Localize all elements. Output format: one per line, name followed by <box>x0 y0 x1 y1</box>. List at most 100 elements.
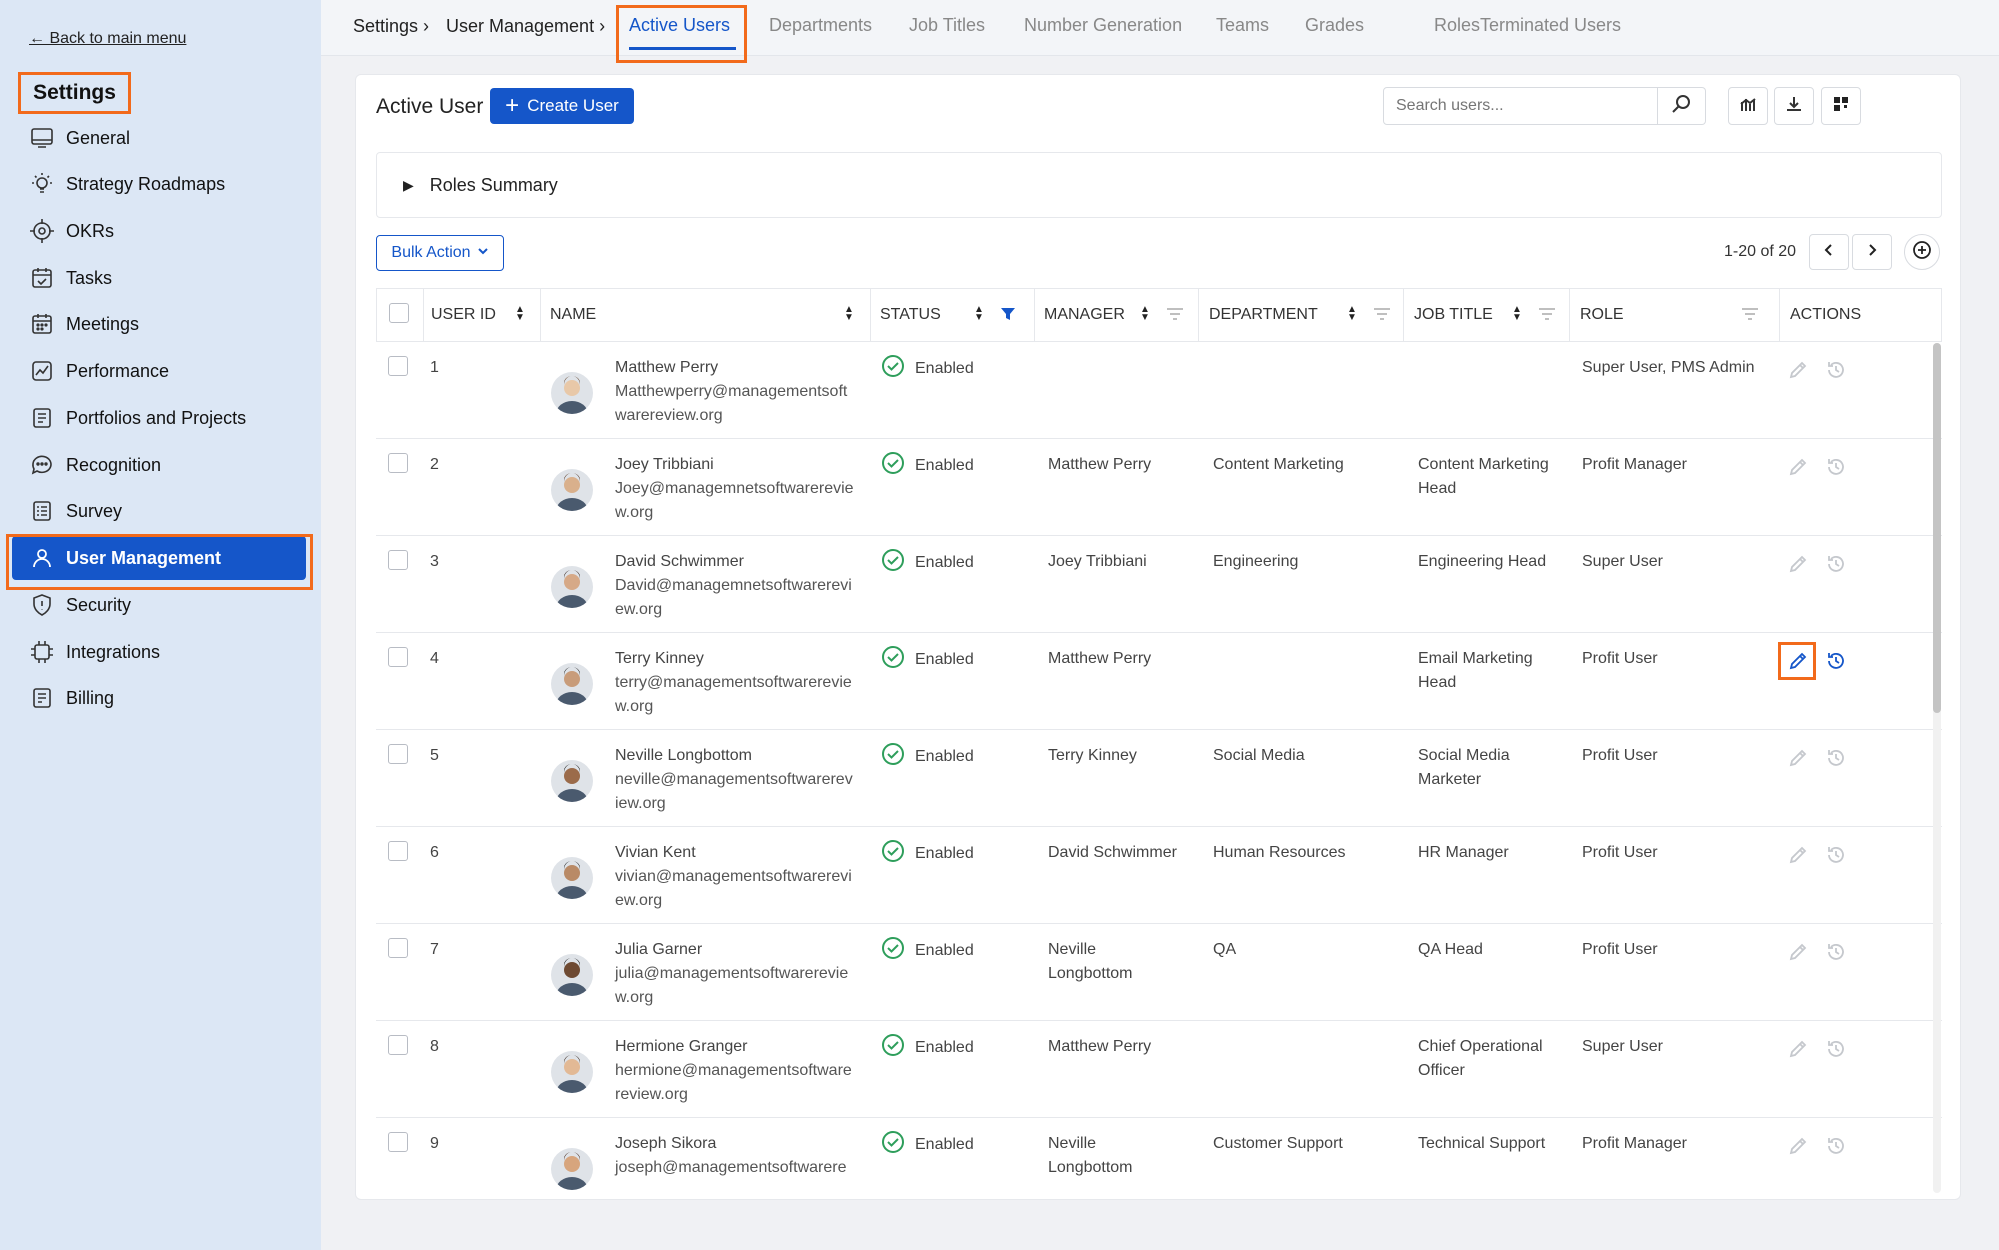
scrollbar-thumb[interactable] <box>1933 343 1941 713</box>
history-button[interactable] <box>1822 940 1850 968</box>
sidebar-item-meetings[interactable]: Meetings <box>12 302 306 346</box>
user-name[interactable]: Hermione Granger <box>615 1035 748 1059</box>
sidebar-item-integrations[interactable]: Integrations <box>12 630 306 674</box>
table-row[interactable]: 1 Matthew Perry Matthewperry@managementsof… <box>376 342 1942 439</box>
search-input[interactable] <box>1383 87 1658 125</box>
filter-icon[interactable] <box>1538 306 1556 327</box>
next-page-button[interactable] <box>1852 234 1892 270</box>
row-checkbox[interactable] <box>388 453 408 473</box>
row-checkbox[interactable] <box>388 1132 408 1152</box>
breadcrumb-user-management[interactable]: User Management › <box>446 16 605 37</box>
tab-departments[interactable]: Departments <box>769 15 872 36</box>
edit-button[interactable] <box>1784 1037 1812 1065</box>
status-badge: Enabled <box>881 451 974 480</box>
filter-icon[interactable] <box>1741 306 1759 327</box>
sidebar-item-general[interactable]: General <box>12 116 306 160</box>
table-row[interactable]: 5 Neville Longbottom neville@managementsof… <box>376 730 1942 827</box>
tab-roles[interactable]: Roles <box>1434 15 1480 36</box>
grid-view-button[interactable] <box>1821 87 1861 125</box>
history-button[interactable] <box>1822 552 1850 580</box>
column-header-job-title[interactable]: JOB TITLE <box>1414 289 1493 341</box>
history-button[interactable] <box>1822 746 1850 774</box>
user-name[interactable]: Joey Tribbiani <box>615 453 714 477</box>
tab-terminated-users[interactable]: Terminated Users <box>1480 15 1621 36</box>
table-row[interactable]: 3 David Schwimmer David@managemnetsoftware… <box>376 536 1942 633</box>
history-button[interactable] <box>1822 843 1850 871</box>
user-name[interactable]: Julia Garner <box>615 938 702 962</box>
row-checkbox[interactable] <box>388 744 408 764</box>
sort-icon[interactable]: ▲ ▼ <box>515 305 525 323</box>
sidebar-item-billing[interactable]: Billing <box>12 676 306 720</box>
sort-icon[interactable]: ▲ ▼ <box>844 305 854 323</box>
sidebar-item-strategy-roadmaps[interactable]: Strategy Roadmaps <box>12 162 306 206</box>
table-row[interactable]: 7 Julia Garner julia@managementsoftwarerev… <box>376 924 1942 1021</box>
create-user-button[interactable]: + Create User <box>490 88 634 124</box>
row-checkbox[interactable] <box>388 938 408 958</box>
column-header-status[interactable]: STATUS <box>880 289 941 341</box>
edit-button[interactable] <box>1784 455 1812 483</box>
edit-button[interactable] <box>1784 552 1812 580</box>
roles-summary-toggle[interactable]: ▶ Roles Summary <box>376 152 1942 218</box>
column-header-department[interactable]: DEPARTMENT <box>1209 289 1318 341</box>
table-row[interactable]: 4 Terry Kinney terry@managementsoftwarerev… <box>376 633 1942 730</box>
user-name[interactable]: Matthew Perry <box>615 356 718 380</box>
sidebar-item-label: Tasks <box>66 267 113 288</box>
edit-button[interactable] <box>1784 843 1812 871</box>
columns-chart-button[interactable] <box>1728 87 1768 125</box>
filter-icon[interactable] <box>1373 306 1391 327</box>
user-name[interactable]: Vivian Kent <box>615 841 696 865</box>
filter-active-icon[interactable] <box>1000 306 1016 327</box>
row-checkbox[interactable] <box>388 841 408 861</box>
column-header-user-id[interactable]: USER ID <box>431 289 496 341</box>
history-button[interactable] <box>1822 649 1850 677</box>
filter-icon[interactable] <box>1166 306 1184 327</box>
table-scrollbar[interactable] <box>1933 343 1941 1193</box>
table-row[interactable]: 2 Joey Tribbiani Joey@managemnetsoftwarere… <box>376 439 1942 536</box>
edit-button[interactable] <box>1784 1134 1812 1162</box>
edit-button[interactable] <box>1784 746 1812 774</box>
user-email: David@managemnetsoftwarerevi <box>615 577 852 594</box>
sort-icon[interactable]: ▲ ▼ <box>974 305 984 323</box>
row-checkbox[interactable] <box>388 550 408 570</box>
row-checkbox[interactable] <box>388 356 408 376</box>
breadcrumb-settings[interactable]: Settings › <box>353 16 429 37</box>
sidebar-item-okrs[interactable]: OKRs <box>12 209 306 253</box>
row-checkbox[interactable] <box>388 647 408 667</box>
table-row[interactable]: 6 Vivian Kent vivian@managementsoftwarerev… <box>376 827 1942 924</box>
user-name[interactable]: Terry Kinney <box>615 647 704 671</box>
history-button[interactable] <box>1822 358 1850 386</box>
sort-icon[interactable]: ▲ ▼ <box>1140 305 1150 323</box>
add-column-button[interactable] <box>1904 234 1940 270</box>
row-checkbox[interactable] <box>388 1035 408 1055</box>
sidebar-item-survey[interactable]: Survey <box>12 489 306 533</box>
table-row[interactable]: 9 Joseph Sikora joseph@managementsoftwarer… <box>376 1118 1942 1201</box>
sort-icon[interactable]: ▲ ▼ <box>1512 305 1522 323</box>
tab-teams[interactable]: Teams <box>1216 15 1269 36</box>
sidebar-item-portfolios-and-projects[interactable]: Portfolios and Projects <box>12 396 306 440</box>
table-row[interactable]: 8 Hermione Granger hermione@managementsoft… <box>376 1021 1942 1118</box>
back-to-main-menu-link[interactable]: ← Back to main menu <box>29 30 186 48</box>
download-button[interactable] <box>1774 87 1814 125</box>
history-button[interactable] <box>1822 1134 1850 1162</box>
tab-job-titles[interactable]: Job Titles <box>909 15 985 36</box>
history-button[interactable] <box>1822 1037 1850 1065</box>
sidebar-item-tasks[interactable]: Tasks <box>12 256 306 300</box>
sidebar-item-recognition[interactable]: Recognition <box>12 443 306 487</box>
user-name[interactable]: David Schwimmer <box>615 550 744 574</box>
column-header-manager[interactable]: MANAGER <box>1044 289 1125 341</box>
user-name[interactable]: Joseph Sikora <box>615 1132 716 1156</box>
sidebar-item-performance[interactable]: Performance <box>12 349 306 393</box>
column-header-role[interactable]: ROLE <box>1580 289 1624 341</box>
tab-grades[interactable]: Grades <box>1305 15 1364 36</box>
user-name[interactable]: Neville Longbottom <box>615 744 752 768</box>
edit-button[interactable] <box>1784 358 1812 386</box>
edit-button[interactable] <box>1784 940 1812 968</box>
history-button[interactable] <box>1822 455 1850 483</box>
sort-icon[interactable]: ▲ ▼ <box>1347 305 1357 323</box>
select-all-checkbox[interactable] <box>389 303 409 323</box>
column-header-name[interactable]: NAME <box>550 289 596 341</box>
tab-number-generation[interactable]: Number Generation <box>1024 15 1182 36</box>
prev-page-button[interactable] <box>1809 234 1849 270</box>
search-button[interactable] <box>1658 87 1706 125</box>
bulk-action-dropdown[interactable]: Bulk Action <box>376 235 504 271</box>
